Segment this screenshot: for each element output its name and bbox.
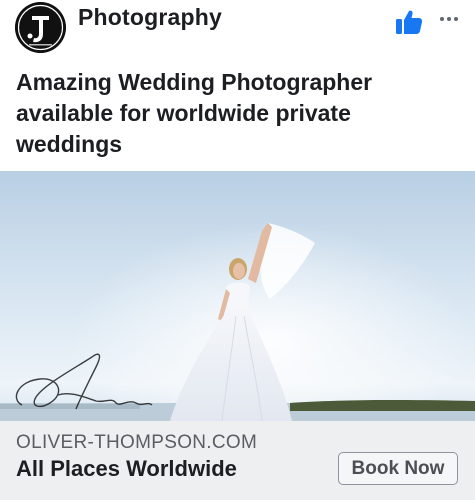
link-domain: OLIVER-THOMPSON.COM [16, 432, 258, 453]
link-preview-bar[interactable]: OLIVER-THOMPSON.COM All Places Worldwide… [0, 421, 475, 500]
page-avatar[interactable] [15, 2, 66, 53]
more-options-icon[interactable] [440, 8, 462, 21]
book-now-button[interactable]: Book Now [338, 452, 458, 485]
page-name[interactable]: Photography [78, 4, 222, 31]
link-headline: All Places Worldwide [16, 456, 237, 481]
logo-avatar-icon [15, 2, 66, 53]
wedding-photo[interactable] [0, 171, 475, 421]
post-header: Photography [0, 0, 475, 60]
post-text: Amazing Wedding Photographer available f… [16, 69, 373, 157]
thumbs-up-icon[interactable] [395, 9, 423, 35]
